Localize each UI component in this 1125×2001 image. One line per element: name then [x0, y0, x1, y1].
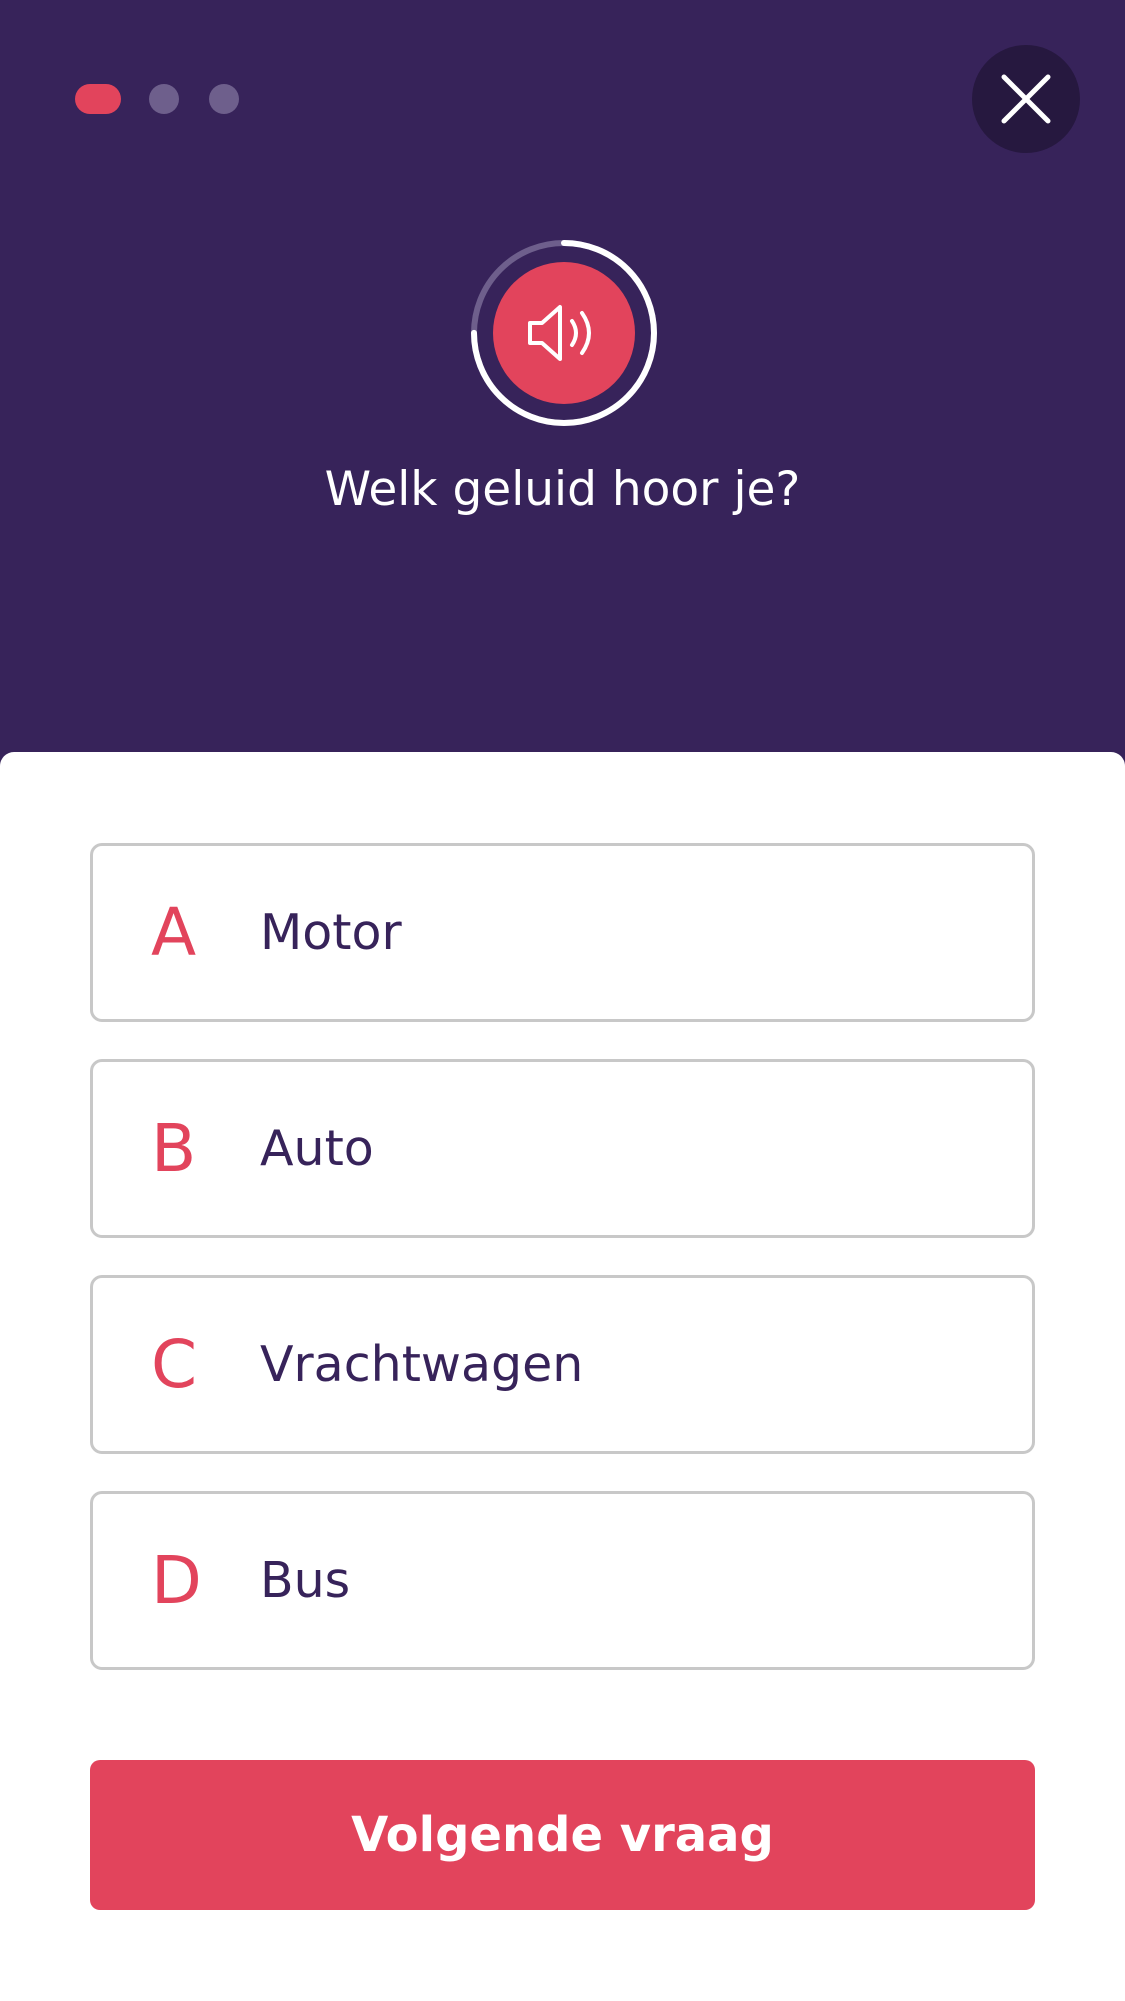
option-label: Motor: [260, 903, 402, 961]
progress-indicator: [75, 84, 269, 114]
progress-dot: [149, 84, 179, 114]
option-letter: C: [151, 1325, 198, 1403]
question-header: Welk geluid hoor je?: [0, 0, 1125, 780]
answer-options: A Motor B Auto C Vrachtwagen D Bus: [90, 843, 1035, 1707]
close-icon: [1001, 74, 1051, 124]
speaker-icon: [528, 305, 591, 361]
close-button[interactable]: [972, 45, 1080, 153]
option-letter: B: [151, 1109, 197, 1187]
progress-dot-current: [75, 84, 121, 114]
next-question-button[interactable]: Volgende vraag: [90, 1760, 1035, 1910]
answer-option-a[interactable]: A Motor: [90, 843, 1035, 1022]
option-label: Auto: [260, 1119, 374, 1177]
question-text: Welk geluid hoor je?: [324, 462, 801, 517]
progress-dot: [209, 84, 239, 114]
answer-option-b[interactable]: B Auto: [90, 1059, 1035, 1238]
answer-option-c[interactable]: C Vrachtwagen: [90, 1275, 1035, 1454]
answer-option-d[interactable]: D Bus: [90, 1491, 1035, 1670]
audio-button-circle: [493, 262, 635, 404]
play-sound-button[interactable]: [469, 238, 659, 428]
option-letter: A: [151, 893, 197, 971]
option-label: Bus: [260, 1551, 351, 1609]
option-label: Vrachtwagen: [260, 1335, 584, 1393]
option-letter: D: [151, 1541, 202, 1619]
